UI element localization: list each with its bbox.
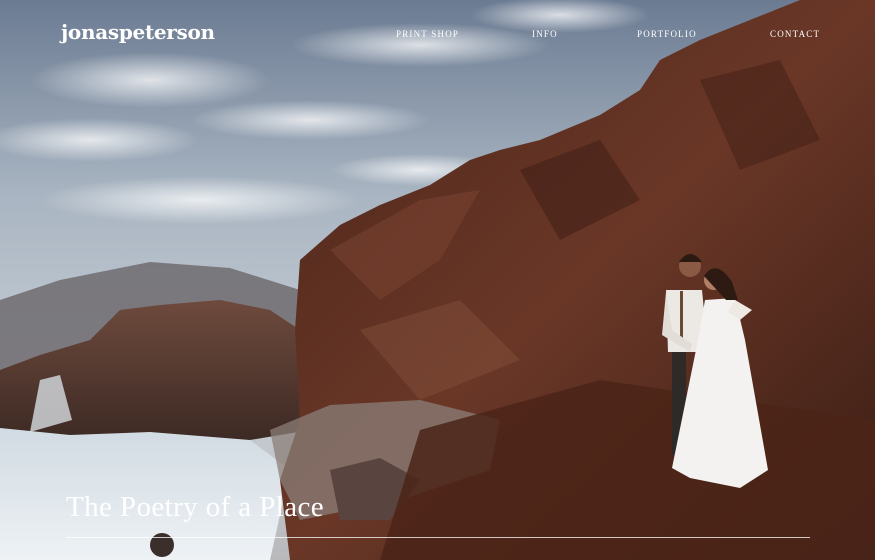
site-header: jonaspeterson PRINT SHOP INFO PORTFOLIO … [0,0,875,64]
hero-section: jonaspeterson PRINT SHOP INFO PORTFOLIO … [0,0,875,560]
site-logo[interactable]: jonaspeterson [61,20,215,44]
nav-link-info[interactable]: INFO [532,29,558,39]
nav-link-contact[interactable]: CONTACT [770,29,820,39]
hero-photo [0,0,875,560]
title-underline-divider [66,537,810,538]
hero-title: The Poetry of a Place [66,491,325,523]
nav-link-portfolio[interactable]: PORTFOLIO [637,29,697,39]
nav-link-print-shop[interactable]: PRINT SHOP [396,29,459,39]
